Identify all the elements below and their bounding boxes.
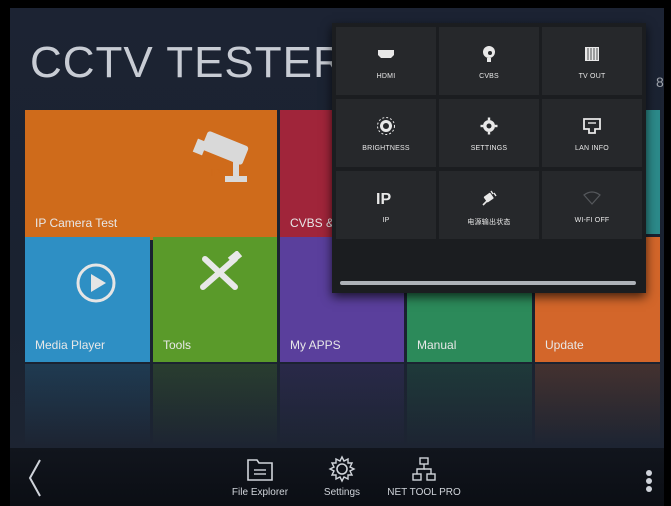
svg-text:IP: IP xyxy=(376,191,391,206)
tools-icon xyxy=(200,251,243,290)
app-title: CCTV TESTER xyxy=(30,38,346,87)
back-chevron-icon[interactable] xyxy=(24,458,44,498)
gear-icon xyxy=(328,455,356,483)
tile-label: Update xyxy=(545,338,584,352)
tile-label: Tools xyxy=(163,338,192,352)
qs-cvbs[interactable]: CVBS xyxy=(439,27,539,95)
dock-net-tool-pro[interactable]: NET TOOL PRO xyxy=(382,454,466,498)
tile-media-player[interactable]: Media Player xyxy=(25,237,150,362)
qs-label: SETTINGS xyxy=(470,145,508,152)
ip-icon: IP xyxy=(376,191,391,206)
qs-brightness[interactable]: BRIGHTNESS xyxy=(336,99,436,167)
clock-fragment: 8 xyxy=(656,74,664,90)
dock-file-explorer[interactable]: File Explorer xyxy=(228,454,292,498)
qs-label: TV OUT xyxy=(578,73,606,80)
device-screen: CCTV TESTER 8 IP IP Camera Test CVBS & M… xyxy=(0,0,671,506)
qs-ip[interactable]: IP IP xyxy=(336,171,436,239)
dock-label: Settings xyxy=(323,487,361,498)
qs-power-output[interactable]: 电源输出状态 xyxy=(439,171,539,239)
qs-label: CVBS xyxy=(479,73,499,80)
ip-camera-icon: IP xyxy=(192,131,249,182)
qs-label: LAN INFO xyxy=(575,145,609,152)
camera-icon xyxy=(483,46,495,62)
power-plug-icon xyxy=(482,190,497,206)
tile-reflection xyxy=(280,364,404,446)
tile-cvbs[interactable]: CVBS & xyxy=(280,110,340,240)
tile-label: My APPS xyxy=(290,338,341,352)
folder-icon xyxy=(247,459,273,481)
brightness-slider-track[interactable] xyxy=(340,281,636,285)
play-icon xyxy=(76,263,116,303)
tile-reflection xyxy=(153,364,277,446)
tile-tools[interactable]: Tools xyxy=(153,237,277,362)
tile-label: Media Player xyxy=(35,338,106,352)
tile-reflection xyxy=(407,364,532,446)
qs-label: HDMI xyxy=(376,73,396,80)
qs-wifi[interactable]: WI-FI OFF xyxy=(542,171,642,239)
qs-tv-out[interactable]: TV OUT xyxy=(542,27,642,95)
qs-label: IP xyxy=(382,217,390,224)
tv-icon xyxy=(585,47,599,61)
tile-label: CVBS & xyxy=(290,216,335,230)
tile-ip-camera-test[interactable]: IP IP Camera Test xyxy=(25,110,277,240)
network-icon xyxy=(412,457,436,481)
dock-settings[interactable]: Settings xyxy=(314,454,370,498)
quick-settings-panel: HDMI CVBS TV OUT BRIGHTNESS SETTINGS LAN… xyxy=(332,23,646,293)
qs-label: 电源输出状态 xyxy=(467,219,511,226)
more-options-icon[interactable] xyxy=(646,468,652,494)
tile-label: Manual xyxy=(417,338,457,352)
tile-label: IP Camera Test xyxy=(35,216,118,230)
tile-reflection xyxy=(535,364,660,446)
dock-label: File Explorer xyxy=(231,487,289,498)
gear-icon xyxy=(480,117,498,135)
qs-label: BRIGHTNESS xyxy=(362,145,410,152)
qs-hdmi[interactable]: HDMI xyxy=(336,27,436,95)
qs-lan-info[interactable]: LAN INFO xyxy=(542,99,642,167)
brightness-icon xyxy=(377,117,395,135)
tile-reflection xyxy=(25,364,150,446)
dock-label: NET TOOL PRO xyxy=(387,487,461,498)
qs-settings[interactable]: SETTINGS xyxy=(439,99,539,167)
ip-badge: IP xyxy=(211,168,221,179)
bottom-dock: File Explorer Settings NET TOOL PRO xyxy=(10,448,664,506)
lan-icon xyxy=(583,118,601,134)
wifi-off-icon xyxy=(583,191,601,205)
qs-label: WI-FI OFF xyxy=(574,217,610,224)
hdmi-icon xyxy=(378,50,394,58)
